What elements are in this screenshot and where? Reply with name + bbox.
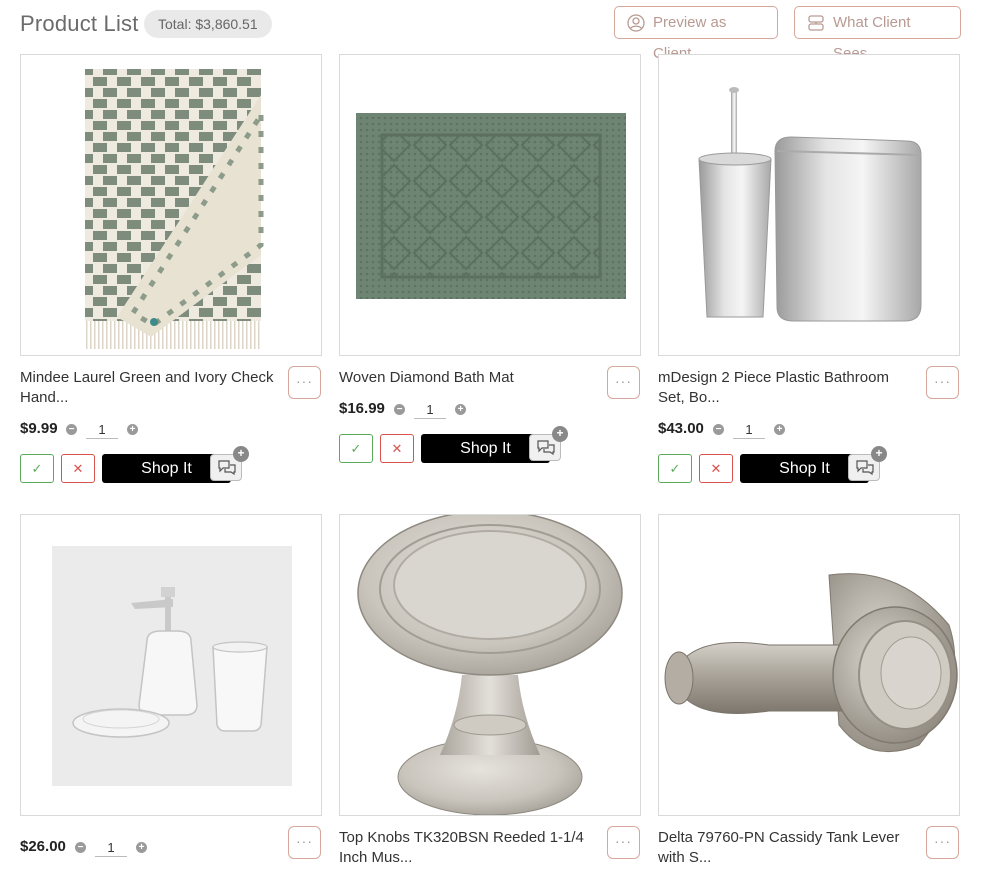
product-price: $16.99 (339, 400, 385, 417)
x-icon: ✕ (72, 461, 84, 476)
add-comment-icon[interactable]: + (871, 446, 887, 462)
comment-icon (218, 460, 236, 476)
what-client-sees-button[interactable]: What Client Sees (794, 6, 961, 62)
minus-icon[interactable]: − (394, 404, 405, 415)
more-options-button[interactable]: ··· (288, 366, 321, 399)
plus-icon[interactable]: + (136, 842, 147, 853)
approve-button[interactable]: ✓ (658, 454, 692, 483)
product-image-tank-lever[interactable] (658, 514, 960, 816)
product-image-bathroom-set[interactable] (658, 54, 960, 356)
page-header: Product List Total: $3,860.51 Preview as… (20, 6, 962, 62)
product-name[interactable]: Mindee Laurel Green and Ivory Check Hand… (20, 368, 278, 408)
more-options-button[interactable]: ··· (288, 826, 321, 859)
plus-icon[interactable]: + (774, 424, 785, 435)
plus-icon[interactable]: + (455, 404, 466, 415)
product-name[interactable]: Top Knobs TK320BSN Reeded 1-1/4 Inch Mus… (339, 828, 597, 868)
product-actions: ✓ ✕ Shop It + (658, 446, 960, 484)
comment-button[interactable]: + (848, 446, 887, 481)
ellipsis-icon: ··· (296, 833, 313, 849)
minus-icon[interactable]: − (75, 842, 86, 853)
product-price: $9.99 (20, 420, 58, 437)
approve-button[interactable]: ✓ (339, 434, 373, 463)
preview-as-client-button[interactable]: Preview as Client (614, 6, 778, 62)
product-name[interactable]: Woven Diamond Bath Mat (339, 368, 597, 388)
comment-button[interactable]: + (529, 426, 568, 461)
ellipsis-icon: ··· (615, 833, 632, 849)
approve-button[interactable]: ✓ (20, 454, 54, 483)
more-options-button[interactable]: ··· (607, 366, 640, 399)
minus-icon[interactable]: − (66, 424, 77, 435)
total-badge: Total: $3,860.51 (144, 10, 272, 38)
product-price: $26.00 (20, 838, 66, 855)
check-icon: ✓ (669, 461, 681, 476)
x-icon: ✕ (710, 461, 722, 476)
product-actions: ✓ ✕ Shop It + (20, 446, 322, 484)
product-image-bath-mat[interactable] (339, 54, 641, 356)
more-options-button[interactable]: ··· (607, 826, 640, 859)
comment-button[interactable]: + (210, 446, 249, 481)
ellipsis-icon: ··· (934, 833, 951, 849)
minus-icon[interactable]: − (713, 424, 724, 435)
ellipsis-icon: ··· (615, 373, 632, 389)
product-image-glass-soap-set[interactable] (20, 514, 322, 816)
page-title: Product List (20, 11, 139, 36)
product-image-cabinet-knob[interactable] (339, 514, 641, 816)
product-image-towel[interactable] (20, 54, 322, 356)
check-icon: ✓ (350, 441, 362, 456)
reject-button[interactable]: ✕ (699, 454, 733, 483)
comment-icon (856, 460, 874, 476)
ellipsis-icon: ··· (296, 373, 313, 389)
quantity-input[interactable] (414, 400, 446, 419)
product-name[interactable]: mDesign 2 Piece Plastic Bathroom Set, Bo… (658, 368, 916, 408)
quantity-input[interactable] (95, 838, 127, 857)
user-circle-icon (627, 14, 645, 32)
more-options-button[interactable]: ··· (926, 366, 959, 399)
reject-button[interactable]: ✕ (380, 434, 414, 463)
product-actions: ✓ ✕ Shop It + (339, 426, 641, 464)
reject-button[interactable]: ✕ (61, 454, 95, 483)
more-options-button[interactable]: ··· (926, 826, 959, 859)
comment-icon (537, 440, 555, 456)
product-price: $43.00 (658, 420, 704, 437)
x-icon: ✕ (391, 441, 403, 456)
layout-icon (808, 15, 824, 31)
ellipsis-icon: ··· (934, 373, 951, 389)
product-name[interactable]: Delta 79760-PN Cassidy Tank Lever with S… (658, 828, 916, 868)
plus-icon[interactable]: + (127, 424, 138, 435)
add-comment-icon[interactable]: + (552, 426, 568, 442)
quantity-input[interactable] (86, 420, 118, 439)
add-comment-icon[interactable]: + (233, 446, 249, 462)
quantity-input[interactable] (733, 420, 765, 439)
check-icon: ✓ (31, 461, 43, 476)
